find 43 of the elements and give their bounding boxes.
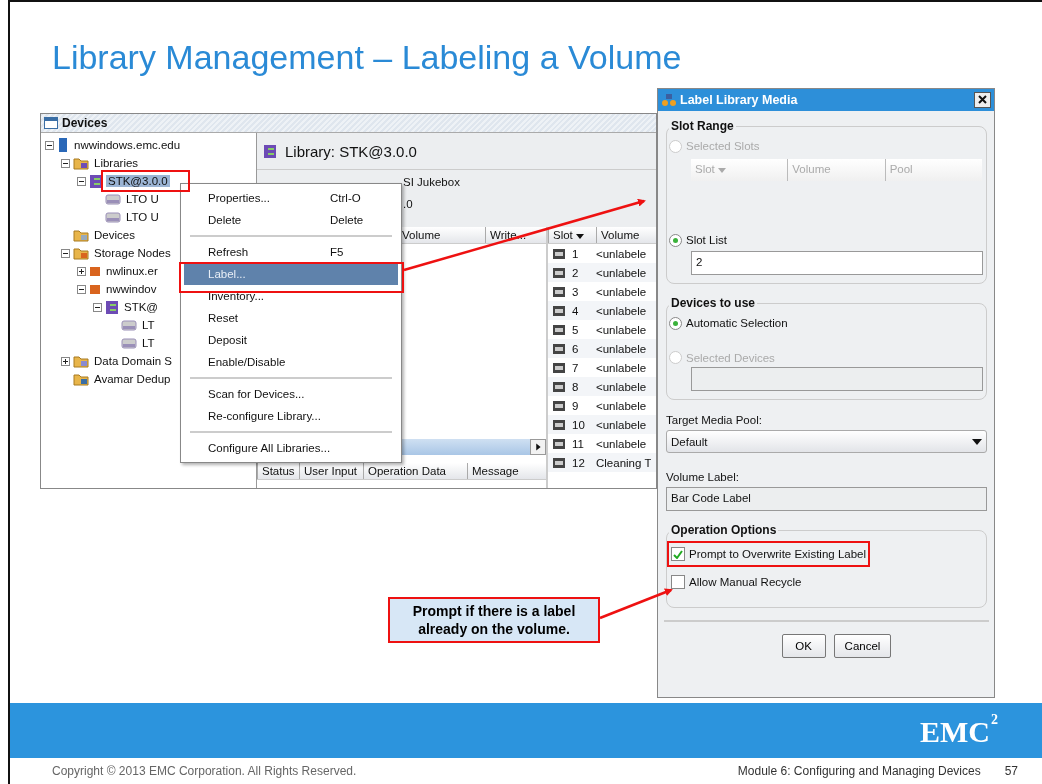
table-cell: <unlabele bbox=[596, 247, 647, 260]
table-cell: <unlabele bbox=[596, 266, 647, 279]
table-cell: Cleaning T bbox=[596, 456, 652, 469]
module-text: Module 6: Configuring and Managing Devices bbox=[737, 764, 981, 778]
library-heading: Library: STK@3.0.0 bbox=[285, 142, 417, 160]
column-header: Volume bbox=[787, 159, 885, 181]
page-number: 57 bbox=[1004, 764, 1018, 778]
table-cell: <unlabele bbox=[596, 437, 647, 450]
table-cell: <unlabele bbox=[596, 418, 647, 431]
table-cell-text: 2 bbox=[572, 266, 580, 279]
table-cell-text: 8 bbox=[572, 380, 580, 393]
copyright-text: Copyright © 2013 EMC Corporation. All Rights Reserved. bbox=[52, 764, 358, 778]
table-cell-text: 5 bbox=[572, 323, 580, 336]
table-cell-text: 10 bbox=[572, 418, 586, 431]
window-title: Devices bbox=[62, 116, 108, 130]
column-header: Slot bbox=[691, 159, 788, 181]
column-header: Pool bbox=[884, 159, 982, 181]
table-cell-text: 12 bbox=[572, 456, 586, 469]
info-text: .0 bbox=[403, 198, 413, 210]
table-cell-text: 4 bbox=[572, 304, 580, 317]
table-cell-text: 7 bbox=[572, 361, 580, 374]
table-cell: <unlabele bbox=[596, 399, 647, 412]
group-title: Devices to use bbox=[670, 296, 757, 310]
table-cell-text: 1 bbox=[572, 247, 580, 260]
table-cell-text: 9 bbox=[572, 399, 580, 412]
table-cell-text: 3 bbox=[572, 285, 580, 298]
field-label: Target Media Pool: bbox=[666, 414, 763, 426]
dialog-title: Label Library Media bbox=[680, 93, 799, 107]
table-cell: <unlabele bbox=[596, 323, 647, 336]
slide-title: Library Management – Labeling a Volume bbox=[52, 38, 683, 78]
table-cell: <unlabele bbox=[596, 285, 647, 298]
group-title: Operation Options bbox=[670, 523, 778, 537]
logo: EMC$^{2}$ bbox=[920, 712, 998, 749]
table-cell-text: 11 bbox=[572, 437, 585, 450]
callout-text: Prompt if there is a label already on the volume. bbox=[388, 597, 600, 643]
group-title: Slot Range bbox=[670, 119, 735, 133]
table-cell: <unlabele bbox=[596, 342, 647, 355]
info-text: SI Jukebox bbox=[403, 176, 460, 188]
table-cell: <unlabele bbox=[596, 304, 647, 317]
table-cell-text: 6 bbox=[572, 342, 580, 355]
table-cell: <unlabele bbox=[596, 361, 647, 374]
field-label: Volume Label: bbox=[666, 471, 740, 483]
table-cell: <unlabele bbox=[596, 380, 647, 393]
